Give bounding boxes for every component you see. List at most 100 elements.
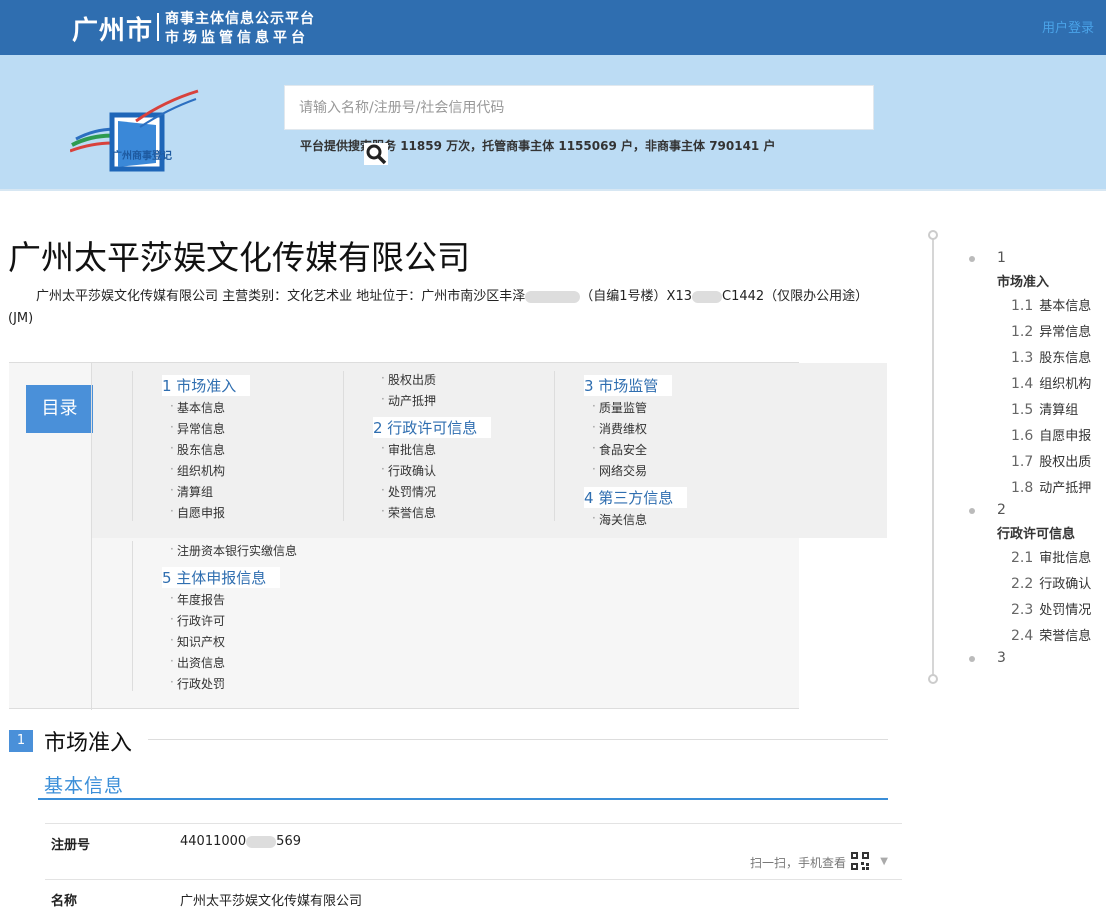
toc-item[interactable]: 股权出质 <box>381 371 436 388</box>
sidebar-item[interactable]: 1.8 动产抵押 <box>1011 477 1091 496</box>
qr-code-icon[interactable] <box>850 851 870 871</box>
sidebar-group-number: 2 <box>997 502 1006 518</box>
toc-item[interactable]: 自愿申报 <box>170 504 225 521</box>
toc-divider <box>91 363 92 710</box>
brand-city: 广州市 <box>72 16 154 46</box>
toc-divider <box>132 371 133 521</box>
toc-item[interactable]: 网络交易 <box>592 462 647 479</box>
toc-divider <box>343 371 344 521</box>
user-login-link[interactable]: 用户登录 <box>1042 17 1094 36</box>
chevron-down-icon[interactable]: ▼ <box>880 856 888 867</box>
brand-platform-line1: 商事主体信息公示平台 <box>165 11 315 27</box>
timeline-dot <box>969 508 975 514</box>
table-row: 注册号 44011000 569 扫一扫，手机查看 ▼ <box>45 823 902 879</box>
reg-prefix: 44011000 <box>180 834 247 849</box>
sidebar-item[interactable]: 1.1 基本信息 <box>1011 295 1091 314</box>
subsection-underline <box>38 798 888 800</box>
table-of-contents: 目录 1 市场准入 基本信息 异常信息 股东信息 组织机构 清算组 自愿申报 股… <box>9 362 887 710</box>
toc-item[interactable]: 行政确认 <box>381 462 436 479</box>
desc-part1: 广州太平莎娱文化传媒有限公司 主营类别：文化艺术业 地址位于：广州市南沙区丰泽 <box>36 289 526 304</box>
basic-info-table: 注册号 44011000 569 扫一扫，手机查看 ▼ 名称 广州太平莎娱文化传媒… <box>45 823 902 919</box>
timeline-cap <box>928 230 938 240</box>
toc-head-market-access[interactable]: 1 市场准入 <box>162 375 251 396</box>
toc-item[interactable]: 行政处罚 <box>170 675 225 692</box>
table-row: 名称 广州太平莎娱文化传媒有限公司 <box>45 879 902 919</box>
sidebar-nav: 1 市场准入 1.1 基本信息 1.2 异常信息 1.3 股东信息 1.4 组织机构 1… <box>920 230 1106 690</box>
section-title: 市场准入 <box>44 731 133 756</box>
toc-head-admin-permit[interactable]: 2 行政许可信息 <box>373 417 492 438</box>
timeline-cap <box>928 674 938 684</box>
gz-business-logo-icon <box>70 89 199 172</box>
toc-item[interactable]: 海关信息 <box>592 511 647 528</box>
toc-item[interactable]: 食品安全 <box>592 441 647 458</box>
logo-caption: 广州商事登记 <box>112 151 172 162</box>
timeline-dot <box>969 656 975 662</box>
company-description: 广州太平莎娱文化传媒有限公司 主营类别：文化艺术业 地址位于：广州市南沙区丰泽 （… <box>8 286 888 330</box>
section-divider <box>148 739 888 740</box>
sidebar-item[interactable]: 1.7 股权出质 <box>1011 451 1091 470</box>
toc-item[interactable]: 处罚情况 <box>381 483 436 500</box>
toc-item[interactable]: 知识产权 <box>170 633 225 650</box>
reg-suffix: 569 <box>276 834 301 849</box>
row-value: 广州太平莎娱文化传媒有限公司 <box>180 894 363 909</box>
brand-separator <box>157 13 159 41</box>
row-label: 注册号 <box>51 838 91 853</box>
sidebar-item[interactable]: 1.6 自愿申报 <box>1011 425 1091 444</box>
toc-item[interactable]: 注册资本银行实缴信息 <box>170 542 297 559</box>
subsection-title: 基本信息 <box>44 775 125 797</box>
company-title: 广州太平莎娱文化传媒有限公司 <box>8 238 470 277</box>
stats-non-commercial: 790141 <box>709 139 760 153</box>
toc-item[interactable]: 质量监管 <box>592 399 647 416</box>
search-banner: 广州商事登记 平台提供搜索服务 11859 万次，托管商事主体 1155069 … <box>0 55 1106 191</box>
sidebar-group-number: 1 <box>997 250 1006 266</box>
toc-head-self-declared[interactable]: 5 主体申报信息 <box>162 567 281 588</box>
toc-head-market-supervision[interactable]: 3 市场监管 <box>584 375 673 396</box>
toc-divider <box>554 371 555 521</box>
sidebar-item[interactable]: 2.2 行政确认 <box>1011 573 1091 592</box>
top-bar: 广州市 商事主体信息公示平台 市场监管信息平台 用户登录 <box>0 0 1106 55</box>
stats-unit1: 万次，托管商事主体 <box>446 139 555 153</box>
stats-unit2: 户，非商事主体 <box>620 139 705 153</box>
sidebar-head-market-access[interactable]: 市场准入 <box>997 271 1049 290</box>
search-box <box>284 85 874 130</box>
toc-item[interactable]: 行政许可 <box>170 612 225 629</box>
search-input[interactable] <box>285 86 873 129</box>
sidebar-timeline <box>932 235 934 680</box>
toc-item[interactable]: 审批信息 <box>381 441 436 458</box>
toc-item[interactable]: 股东信息 <box>170 441 225 458</box>
sidebar-item[interactable]: 2.1 审批信息 <box>1011 547 1091 566</box>
stats-searches: 11859 <box>400 139 442 153</box>
toc-item[interactable]: 年度报告 <box>170 591 225 608</box>
stats-unit3: 户 <box>763 139 776 153</box>
toc-item[interactable]: 组织机构 <box>170 462 225 479</box>
sidebar-item[interactable]: 1.2 异常信息 <box>1011 321 1091 340</box>
qr-scan-text[interactable]: 扫一扫，手机查看 <box>750 854 846 871</box>
search-icon[interactable] <box>364 143 388 165</box>
toc-item[interactable]: 动产抵押 <box>381 392 436 409</box>
toc-item[interactable]: 荣誉信息 <box>381 504 436 521</box>
sidebar-item[interactable]: 1.5 清算组 <box>1011 399 1078 418</box>
toc-head-third-party[interactable]: 4 第三方信息 <box>584 487 688 508</box>
sidebar-item[interactable]: 2.4 荣誉信息 <box>1011 625 1091 644</box>
sidebar-item[interactable]: 2.3 处罚情况 <box>1011 599 1091 618</box>
redacted-mask <box>692 290 722 303</box>
toc-item[interactable]: 清算组 <box>170 483 213 500</box>
registration-number: 44011000 569 <box>180 834 301 849</box>
redacted-mask <box>525 290 581 303</box>
sidebar-item[interactable]: 1.3 股东信息 <box>1011 347 1091 366</box>
section-number: 1 <box>9 730 33 752</box>
toc-divider <box>132 541 133 691</box>
toc-item[interactable]: 基本信息 <box>170 399 225 416</box>
desc-part2: （自编1号楼）X13 <box>580 289 692 304</box>
toc-item[interactable]: 出资信息 <box>170 654 225 671</box>
sidebar-item[interactable]: 1.4 组织机构 <box>1011 373 1091 392</box>
toc-item[interactable]: 消费维权 <box>592 420 647 437</box>
brand-platform-line2: 市场监管信息平台 <box>165 30 309 46</box>
toc-item[interactable]: 异常信息 <box>170 420 225 437</box>
main-content: 广州太平莎娱文化传媒有限公司 广州太平莎娱文化传媒有限公司 主营类别：文化艺术业… <box>0 191 902 919</box>
redacted-mask <box>246 835 277 848</box>
toc-badge-button[interactable]: 目录 <box>26 385 93 433</box>
sidebar-head-admin-permit[interactable]: 行政许可信息 <box>997 523 1075 542</box>
stats-managed: 1155069 <box>558 139 617 153</box>
row-label: 名称 <box>51 894 78 909</box>
